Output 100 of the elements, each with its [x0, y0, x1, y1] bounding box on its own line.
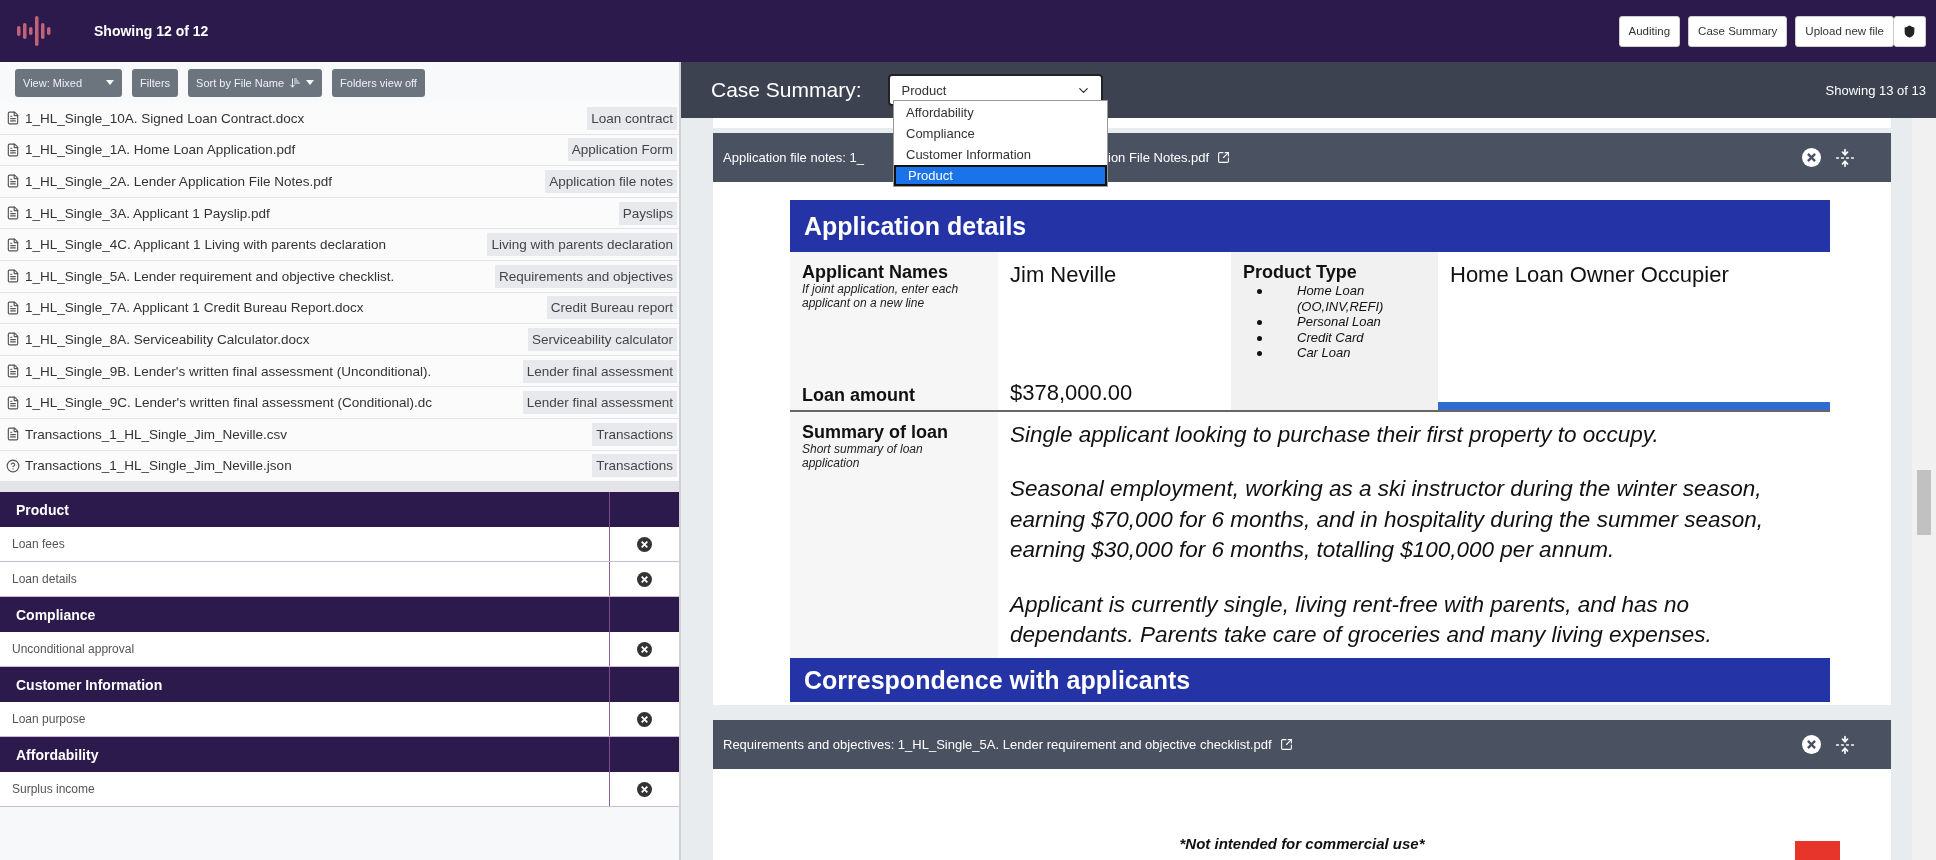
caret-icon — [306, 80, 315, 85]
showing-count: Showing 12 of 12 — [94, 23, 209, 39]
document-icon — [6, 427, 20, 442]
sort-icon — [289, 76, 302, 89]
file-tag: Application file notes — [545, 170, 677, 193]
field-hint: Short summary of loan application — [802, 443, 924, 471]
file-name: Transactions_1_HL_Single_Jim_Neville.csv — [25, 426, 289, 442]
file-row[interactable]: 1_HL_Single_1A. Home Loan Application.pdf Application Form — [0, 134, 679, 167]
product-option: Personal Loan — [1257, 314, 1427, 330]
file-row[interactable]: 1_HL_Single_9B. Lender's written final assessment (Unconditional). Lender final assessment — [0, 355, 679, 388]
category-name: Affordability — [15, 746, 100, 763]
notice-text: *Not intended for commercial use* — [1179, 835, 1425, 855]
file-row[interactable]: 1_HL_Single_10A. Signed Loan Contract.docx Loan contract — [0, 103, 679, 135]
file-row[interactable]: 1_HL_Single_8A. Serviceability Calculator.docx Serviceability calculator — [0, 324, 679, 356]
file-tag: Loan contract — [587, 106, 677, 130]
file-tag: Payslips — [618, 201, 677, 225]
file-row[interactable]: 1_HL_Single_3A. Applicant 1 Payslip.pdf Payslips — [0, 197, 679, 230]
document-icon — [6, 332, 20, 347]
view-dropdown[interactable]: View: Mixed — [15, 68, 123, 97]
dropdown-option[interactable]: Product — [894, 165, 1107, 186]
header-button[interactable]: Auditing — [1618, 15, 1681, 47]
document-icon — [6, 111, 20, 126]
category-name: Compliance — [15, 606, 97, 623]
scrollbar[interactable] — [1912, 118, 1936, 860]
file-row[interactable]: Transactions_1_HL_Single_Jim_Neville.json Transactions — [0, 450, 679, 483]
file-name: 1_HL_Single_9C. Lender's written final assessment (Conditional).dc — [25, 395, 434, 411]
header-button[interactable]: Case Summary — [1688, 15, 1788, 47]
document-title: Requirements and objectives: 1_HL_Single_5A. Lender requirement and objective checklist.pdf — [723, 737, 1293, 753]
category-name: Customer Information — [15, 676, 164, 693]
section-title: Application details — [790, 200, 1830, 252]
file-row[interactable]: 1_HL_Single_5A. Lender requirement and objective checklist. Requirements and objectives — [0, 260, 679, 293]
toolbar-button[interactable]: Folders view off — [332, 68, 425, 97]
file-tag: Requirements and objectives — [494, 264, 677, 288]
shield-button[interactable] — [1894, 15, 1926, 47]
field-value: Jim Neville — [1010, 262, 1118, 288]
product-option: Credit Card — [1257, 329, 1427, 346]
remove-icon[interactable] — [637, 536, 652, 552]
header-button[interactable]: Upload new file — [1795, 15, 1894, 47]
file-row[interactable]: 1_HL_Single_4C. Applicant 1 Living with parents declaration Living with parents declaration — [0, 229, 679, 261]
file-name: 1_HL_Single_4C. Applicant 1 Living with parents declaration — [25, 237, 387, 253]
showing-count: Showing 13 of 13 — [1825, 82, 1926, 98]
question-icon — [6, 458, 20, 473]
file-name: 1_HL_Single_1A. Home Loan Application.pdf — [25, 142, 297, 158]
remove-icon[interactable] — [637, 781, 652, 797]
file-tag: Application Form — [567, 138, 677, 162]
remove-icon[interactable] — [637, 641, 652, 657]
item-name: Surplus income — [11, 782, 96, 797]
product-option: Car Loan — [1257, 345, 1427, 361]
document-icon — [6, 142, 20, 157]
file-name: 1_HL_Single_10A. Signed Loan Contract.docx — [25, 110, 306, 126]
shield-icon — [1903, 24, 1916, 38]
splitter[interactable] — [0, 482, 679, 493]
field-label: Product Type — [1243, 262, 1357, 282]
document-title: ion File Notes.pdf — [1108, 150, 1231, 165]
caret-icon — [106, 80, 115, 85]
remove-icon[interactable] — [637, 711, 652, 727]
file-name: 1_HL_Single_8A. Serviceability Calculator.docx — [25, 331, 311, 347]
file-row[interactable]: 1_HL_Single_7A. Applicant 1 Credit Bureau Report.docx Credit Bureau report — [0, 292, 679, 325]
sort-dropdown[interactable]: Sort by File Name — [188, 68, 323, 97]
external-link-icon[interactable] — [1279, 738, 1293, 752]
collapse-icon[interactable] — [1835, 147, 1855, 168]
file-row[interactable]: 1_HL_Single_9C. Lender's written final assessment (Conditional).dc Lender final assessment — [0, 387, 679, 419]
toolbar-button[interactable]: Filters — [132, 68, 179, 97]
file-tag: Living with parents declaration — [487, 233, 677, 257]
field-value: Home Loan Owner Occupier — [1450, 262, 1730, 288]
file-name: 1_HL_Single_2A. Lender Application File Notes.pdf — [25, 174, 333, 189]
file-name: 1_HL_Single_5A. Lender requirement and objective checklist. — [25, 268, 396, 284]
item-name: Loan purpose — [11, 712, 87, 727]
document-icon — [6, 174, 20, 189]
file-tag: Lender final assessment — [522, 359, 677, 383]
document-icon — [6, 237, 20, 252]
product-option: Home Loan (OO,INV,REFI) — [1257, 283, 1427, 315]
collapse-icon[interactable] — [1835, 734, 1855, 755]
field-label: Summary of loan — [802, 422, 950, 443]
file-row[interactable]: 1_HL_Single_2A. Lender Application File Notes.pdf Application file notes — [0, 166, 679, 198]
scroll-thumb[interactable] — [1917, 470, 1931, 535]
close-icon[interactable] — [1802, 148, 1821, 167]
file-name: 1_HL_Single_9B. Lender's written final assessment (Unconditional). — [25, 363, 433, 379]
summary-paragraph: Applicant is currently single, living rent-free with parents, and has no dependants. Parents take care of groceries and many living expenses. — [1010, 590, 1713, 649]
file-row[interactable]: Transactions_1_HL_Single_Jim_Neville.csv Transactions — [0, 418, 679, 451]
case-summary-label: Case Summary: — [711, 78, 862, 102]
document-icon — [6, 364, 20, 379]
document-icon — [6, 269, 20, 284]
field-label: Applicant Names — [802, 262, 950, 283]
section-title: Correspondence with applicants — [790, 658, 1830, 703]
document-icon — [6, 300, 20, 315]
field-value: $378,000.00 — [1010, 380, 1134, 406]
file-tag: Transactions — [592, 422, 677, 446]
external-link-icon[interactable] — [1217, 151, 1231, 164]
remove-icon[interactable] — [637, 571, 652, 587]
document-icon — [6, 206, 20, 221]
document-icon — [6, 395, 20, 410]
category-name: Product — [15, 501, 70, 518]
item-name: Loan fees — [11, 537, 66, 552]
field-label: Loan amount — [802, 385, 916, 406]
file-tag: Credit Bureau report — [546, 296, 677, 320]
item-name: Loan details — [11, 572, 78, 587]
close-icon[interactable] — [1802, 735, 1821, 755]
file-tag: Serviceability calculator — [527, 327, 677, 351]
item-name: Unconditional approval — [11, 642, 136, 657]
